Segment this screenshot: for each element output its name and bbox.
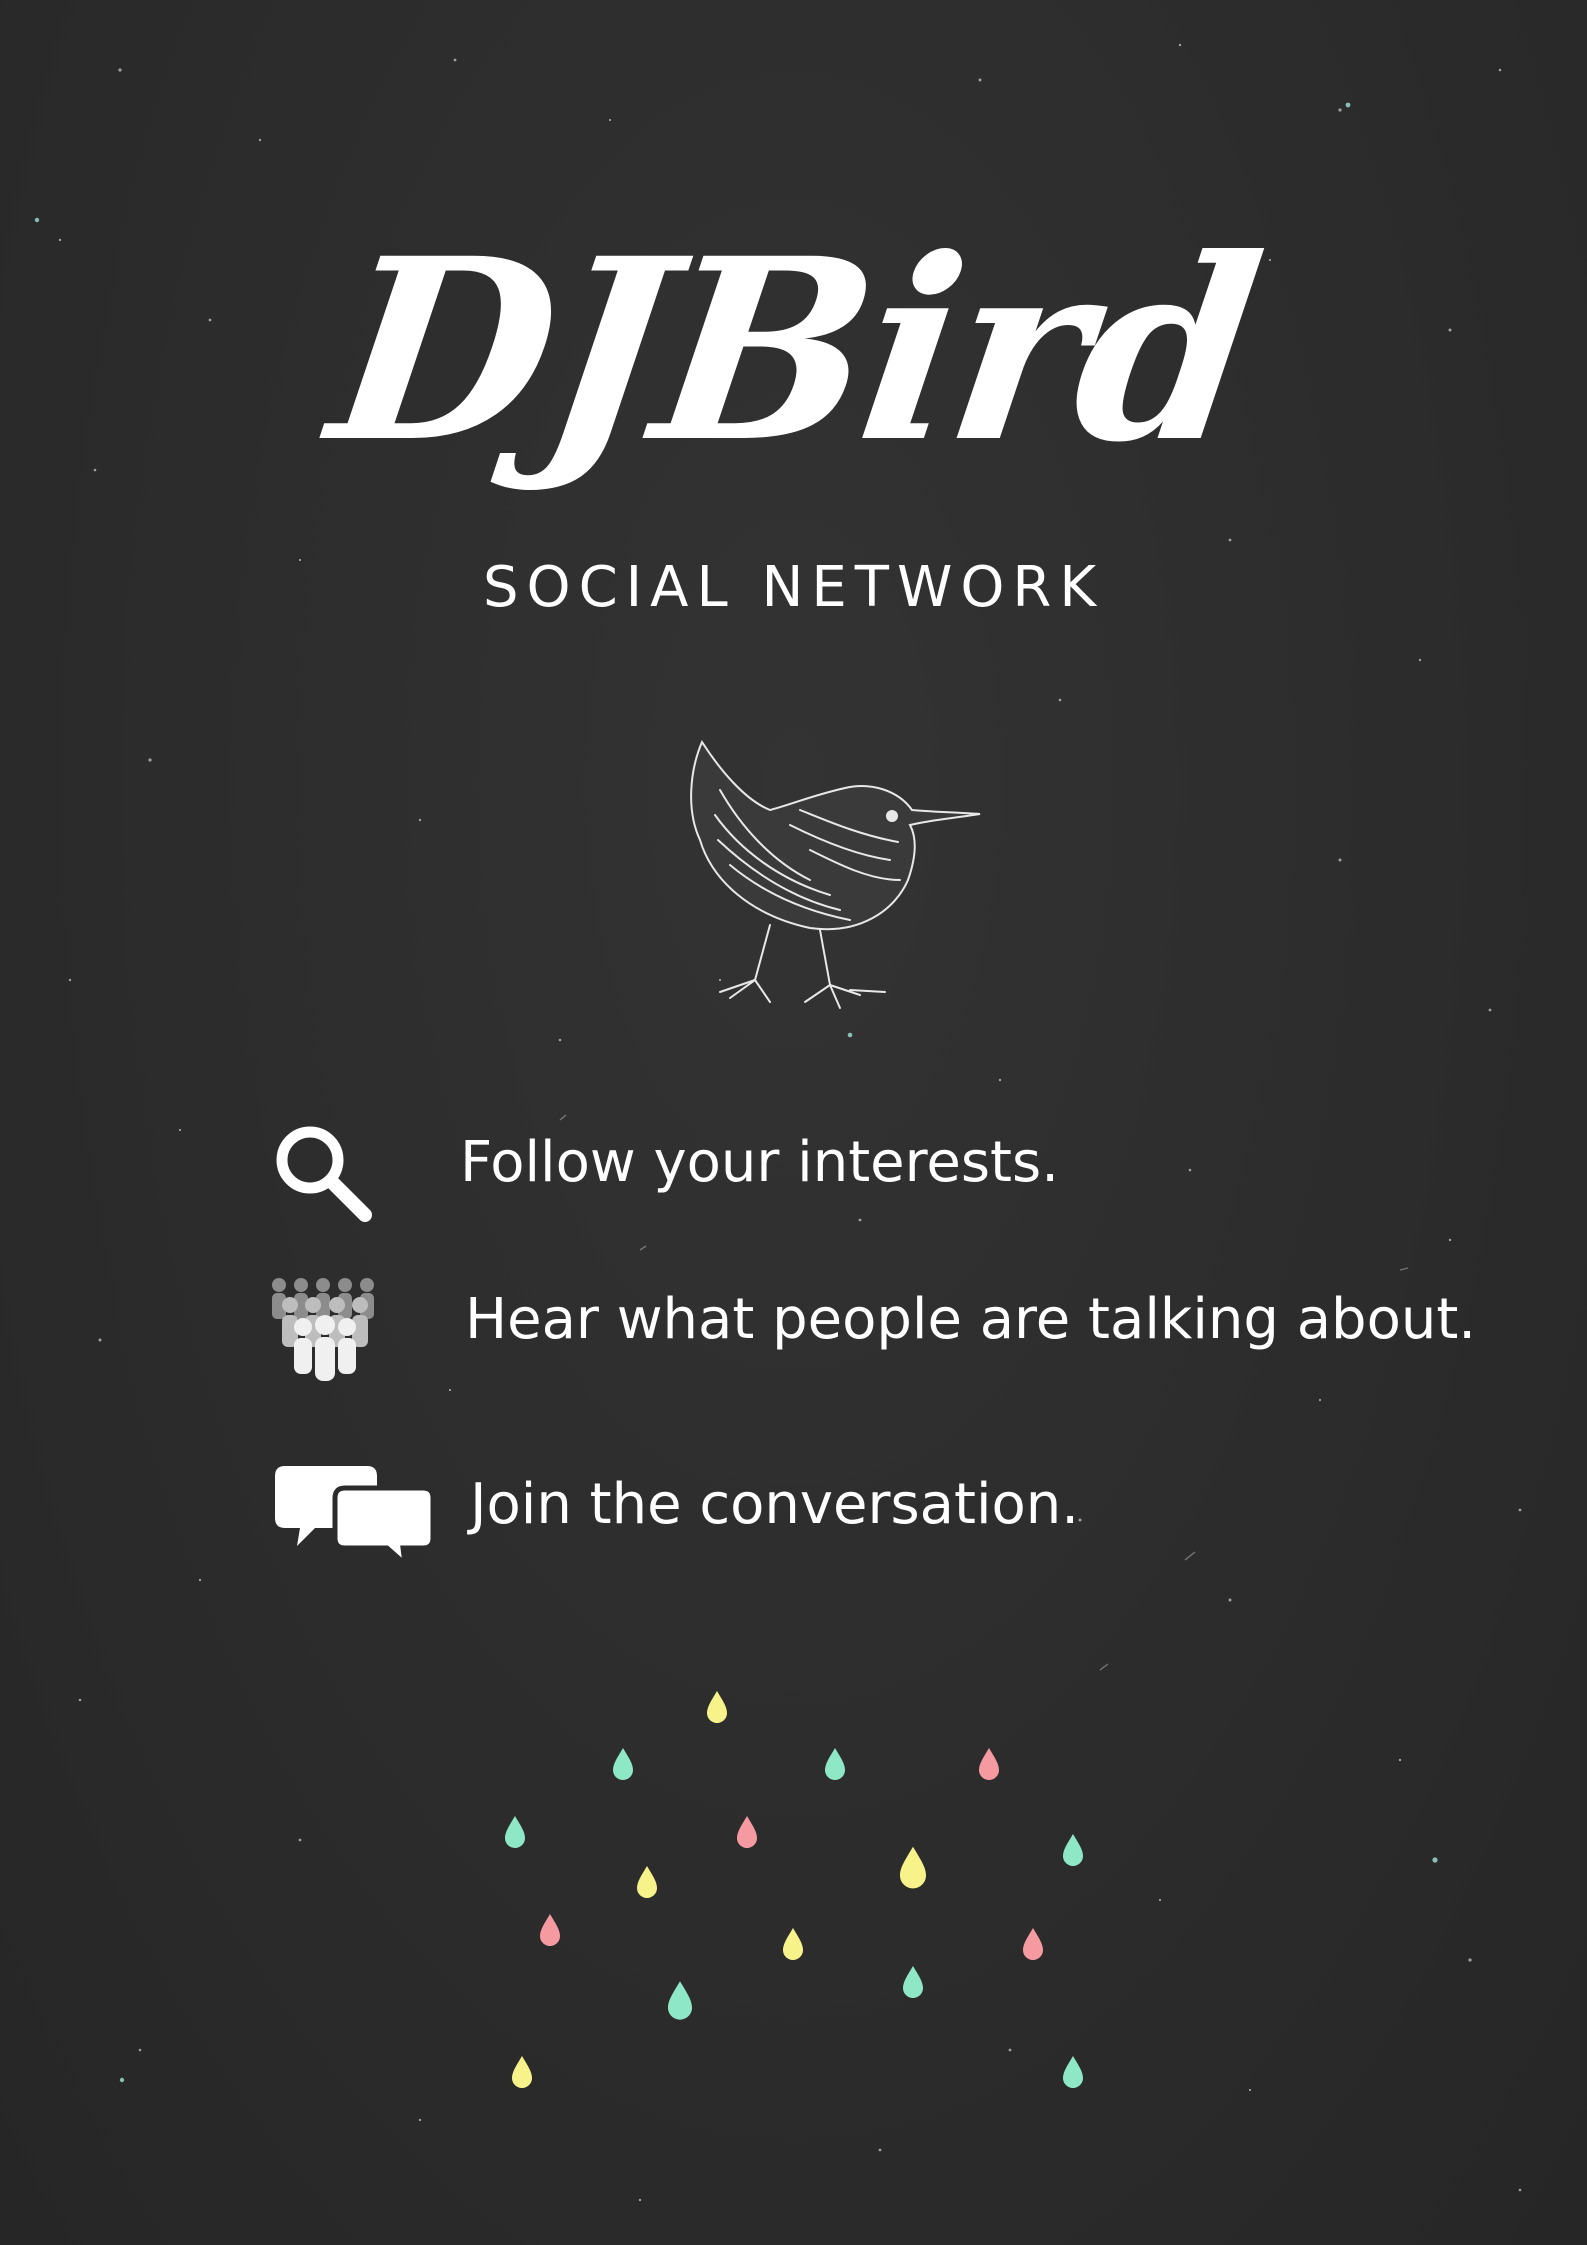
drop	[505, 1816, 525, 1848]
feature-label: Join the conversation.	[470, 1472, 1080, 1537]
brand-subtitle: SOCIAL NETWORK	[482, 555, 1105, 620]
poster: DJBird SOCIAL NETWORK Follow your intere…	[0, 0, 1587, 2245]
drop	[1063, 1834, 1083, 1866]
drop	[1063, 2056, 1083, 2088]
drop	[900, 1846, 926, 1889]
drop	[668, 1981, 692, 2020]
chat-bubbles-icon	[275, 1466, 435, 1570]
drop	[540, 1914, 560, 1946]
drop	[1023, 1928, 1043, 1960]
drop	[979, 1748, 999, 1780]
feature-label: Hear what people are talking about.	[465, 1287, 1477, 1352]
crowd-icon	[272, 1278, 374, 1381]
bird-illustration	[690, 739, 981, 1009]
drop	[707, 1691, 727, 1723]
drop	[825, 1748, 845, 1780]
feature-follow: Follow your interests.	[270, 1120, 1170, 1230]
feature-join: Join the conversation.	[275, 1460, 1175, 1570]
drop	[637, 1866, 657, 1898]
feature-hear: Hear what people are talking about.	[265, 1275, 1476, 1385]
magnifier-icon	[276, 1126, 372, 1222]
confetti-drops	[505, 1691, 1083, 2088]
drop	[613, 1748, 633, 1780]
drop	[903, 1966, 923, 1998]
drop	[737, 1816, 757, 1848]
drop	[512, 2056, 532, 2088]
feature-label: Follow your interests.	[460, 1130, 1059, 1195]
drop	[783, 1928, 803, 1960]
brand-title: DJBird	[316, 203, 1271, 497]
